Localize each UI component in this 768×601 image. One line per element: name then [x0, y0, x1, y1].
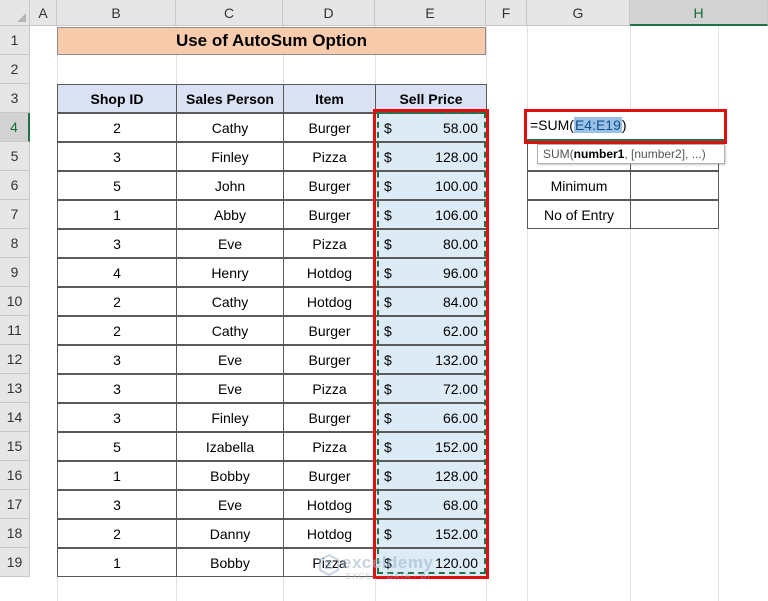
- table-cell-shop-id[interactable]: 3: [57, 490, 177, 519]
- table-header-cell[interactable]: Item: [283, 84, 376, 113]
- table-cell-shop-id[interactable]: 3: [57, 229, 177, 258]
- table-cell-shop-id[interactable]: 4: [57, 258, 177, 287]
- side-table-label[interactable]: Minimum: [527, 171, 631, 200]
- row-header-1[interactable]: 1: [0, 26, 30, 55]
- table-cell-shop-id[interactable]: 1: [57, 461, 177, 490]
- column-header-a[interactable]: A: [30, 0, 57, 26]
- table-cell-sales-person[interactable]: Izabella: [176, 432, 284, 461]
- row-header-6[interactable]: 6: [0, 171, 30, 200]
- table-cell-sales-person[interactable]: John: [176, 171, 284, 200]
- title-cell[interactable]: Use of AutoSum Option: [57, 27, 486, 55]
- row-header-19[interactable]: 19: [0, 548, 30, 577]
- table-cell-item[interactable]: Burger: [283, 461, 376, 490]
- table-cell-sales-person[interactable]: Cathy: [176, 316, 284, 345]
- row-header-12[interactable]: 12: [0, 345, 30, 374]
- watermark-subtext: EXCEL · DATA · BI: [346, 572, 431, 581]
- table-cell-item[interactable]: Pizza: [283, 374, 376, 403]
- column-header-b[interactable]: B: [57, 0, 176, 26]
- table-cell-item[interactable]: Pizza: [283, 432, 376, 461]
- column-header-d[interactable]: D: [283, 0, 375, 26]
- table-cell-sales-person[interactable]: Danny: [176, 519, 284, 548]
- table-cell-sales-person[interactable]: Eve: [176, 374, 284, 403]
- table-cell-shop-id[interactable]: 1: [57, 200, 177, 229]
- column-header-h[interactable]: H: [630, 0, 768, 26]
- tooltip-func: SUM(: [543, 147, 574, 161]
- row-header-2[interactable]: 2: [0, 55, 30, 84]
- watermark-text: exceldemy: [342, 553, 434, 572]
- table-cell-item[interactable]: Burger: [283, 316, 376, 345]
- table-cell-item[interactable]: Pizza: [283, 229, 376, 258]
- formula-suffix: ): [621, 117, 627, 133]
- table-cell-sales-person[interactable]: Finley: [176, 142, 284, 171]
- row-header-7[interactable]: 7: [0, 200, 30, 229]
- table-cell-sales-person[interactable]: Abby: [176, 200, 284, 229]
- table-cell-shop-id[interactable]: 3: [57, 403, 177, 432]
- table-cell-shop-id[interactable]: 3: [57, 345, 177, 374]
- table-header-cell[interactable]: Shop ID: [57, 84, 177, 113]
- formula-prefix: =SUM(: [530, 117, 574, 133]
- row-header-11[interactable]: 11: [0, 316, 30, 345]
- select-all-corner[interactable]: [0, 0, 30, 26]
- table-cell-sales-person[interactable]: Finley: [176, 403, 284, 432]
- table-cell-shop-id[interactable]: 5: [57, 171, 177, 200]
- table-cell-sales-person[interactable]: Cathy: [176, 287, 284, 316]
- formula-range-ref: E4:E19: [573, 117, 622, 133]
- table-cell-sales-person[interactable]: Eve: [176, 345, 284, 374]
- table-cell-sales-person[interactable]: Henry: [176, 258, 284, 287]
- table-cell-item[interactable]: Burger: [283, 403, 376, 432]
- exceldemy-logo-icon: [319, 554, 339, 576]
- row-header-16[interactable]: 16: [0, 461, 30, 490]
- table-cell-shop-id[interactable]: 3: [57, 374, 177, 403]
- table-cell-sales-person[interactable]: Bobby: [176, 548, 284, 577]
- formula-text: =SUM(E4:E19): [530, 117, 627, 133]
- row-header-9[interactable]: 9: [0, 258, 30, 287]
- select-all-triangle-icon: [17, 13, 26, 22]
- row-header-3[interactable]: 3: [0, 84, 30, 113]
- table-cell-shop-id[interactable]: 1: [57, 548, 177, 577]
- table-cell-shop-id[interactable]: 3: [57, 142, 177, 171]
- table-cell-item[interactable]: Burger: [283, 345, 376, 374]
- row-header-13[interactable]: 13: [0, 374, 30, 403]
- table-cell-shop-id[interactable]: 2: [57, 519, 177, 548]
- active-cell-underline: [527, 139, 724, 141]
- table-cell-shop-id[interactable]: 2: [57, 113, 177, 142]
- column-header-f[interactable]: F: [486, 0, 527, 26]
- formula-cell-h4[interactable]: =SUM(E4:E19): [524, 109, 727, 144]
- row-header-4[interactable]: 4: [0, 113, 30, 142]
- table-cell-shop-id[interactable]: 5: [57, 432, 177, 461]
- side-table-label[interactable]: No of Entry: [527, 200, 631, 229]
- function-tooltip[interactable]: SUM(number1, [number2], ...): [537, 144, 725, 164]
- table-cell-shop-id[interactable]: 2: [57, 316, 177, 345]
- table-cell-sales-person[interactable]: Eve: [176, 490, 284, 519]
- row-header-18[interactable]: 18: [0, 519, 30, 548]
- row-header-8[interactable]: 8: [0, 229, 30, 258]
- table-cell-sales-person[interactable]: Bobby: [176, 461, 284, 490]
- table-cell-item[interactable]: Hotdog: [283, 490, 376, 519]
- table-cell-item[interactable]: Hotdog: [283, 258, 376, 287]
- tooltip-rest: , [number2], ...): [624, 147, 706, 161]
- side-table-value[interactable]: [630, 200, 719, 229]
- table-cell-sales-person[interactable]: Cathy: [176, 113, 284, 142]
- row-header-17[interactable]: 17: [0, 490, 30, 519]
- table-cell-item[interactable]: Hotdog: [283, 287, 376, 316]
- side-table-value[interactable]: [630, 171, 719, 200]
- column-header-g[interactable]: G: [527, 0, 630, 26]
- row-header-14[interactable]: 14: [0, 403, 30, 432]
- table-cell-item[interactable]: Pizza: [283, 142, 376, 171]
- table-cell-item[interactable]: Burger: [283, 171, 376, 200]
- table-cell-item[interactable]: Burger: [283, 200, 376, 229]
- table-cell-item[interactable]: Burger: [283, 113, 376, 142]
- highlight-box-sell-price: [373, 109, 489, 579]
- table-cell-item[interactable]: Hotdog: [283, 519, 376, 548]
- watermark: exceldemy EXCEL · DATA · BI: [312, 552, 462, 584]
- table-header-cell[interactable]: Sales Person: [176, 84, 284, 113]
- table-cell-shop-id[interactable]: 2: [57, 287, 177, 316]
- column-header-c[interactable]: C: [176, 0, 283, 26]
- tooltip-arg1: number1: [573, 147, 625, 161]
- row-header-5[interactable]: 5: [0, 142, 30, 171]
- row-header-10[interactable]: 10: [0, 287, 30, 316]
- table-cell-sales-person[interactable]: Eve: [176, 229, 284, 258]
- row-header-15[interactable]: 15: [0, 432, 30, 461]
- column-header-e[interactable]: E: [375, 0, 486, 26]
